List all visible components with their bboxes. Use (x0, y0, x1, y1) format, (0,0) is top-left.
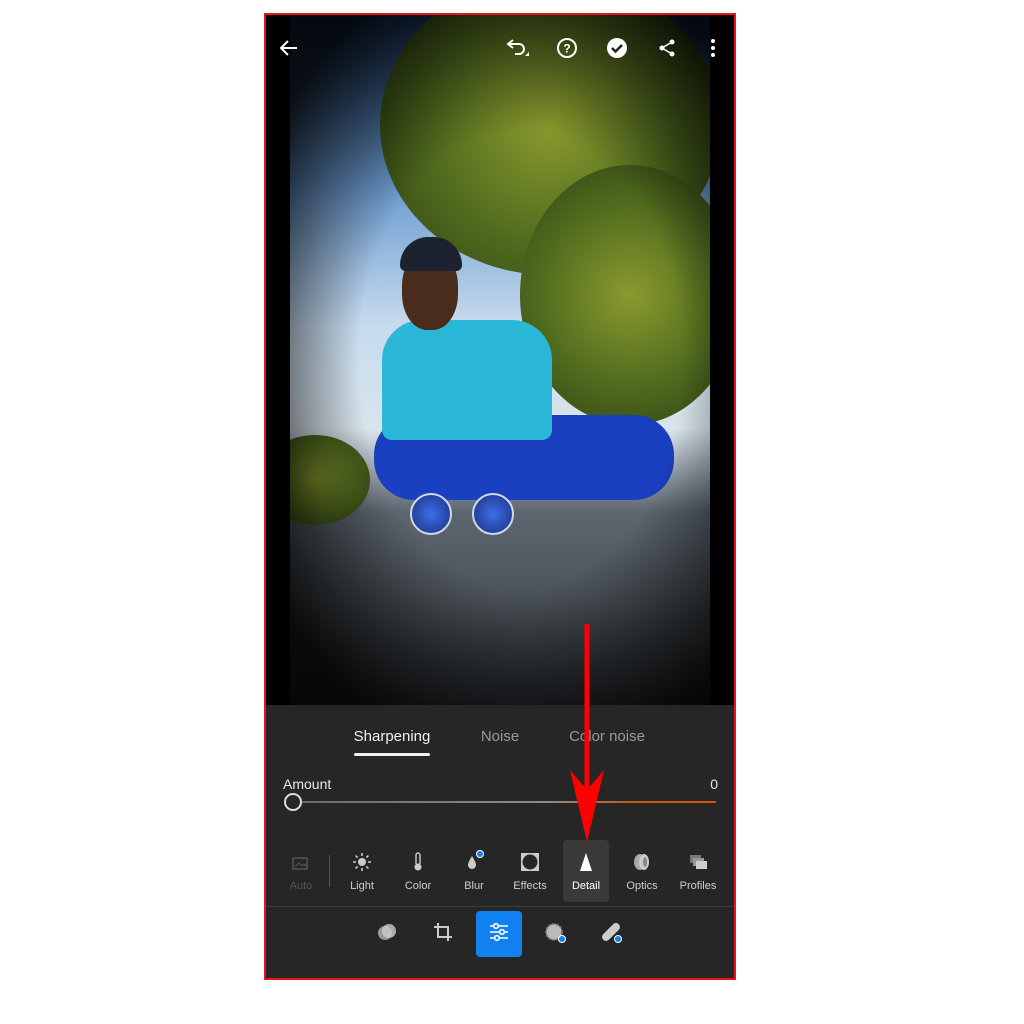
share-icon[interactable] (654, 35, 680, 61)
tool-profiles[interactable]: Profiles (675, 840, 721, 902)
app-frame: ? Sharpening Noise Color noise Amount 0 … (264, 13, 736, 980)
crop-icon (432, 921, 454, 948)
amount-slider-track[interactable] (294, 801, 716, 803)
tool-effects[interactable]: Effects (507, 840, 553, 902)
undo-icon[interactable] (504, 35, 530, 61)
healing-button[interactable] (588, 911, 634, 957)
edit-button[interactable] (476, 911, 522, 957)
tool-detail[interactable]: Detail (563, 840, 609, 902)
more-icon[interactable] (700, 35, 726, 61)
amount-slider-thumb[interactable] (284, 793, 302, 811)
auto-icon (292, 852, 310, 872)
tab-color-noise[interactable]: Color noise (569, 728, 645, 745)
tool-label: Auto (289, 880, 313, 892)
crop-button[interactable] (420, 911, 466, 957)
tool-label: Effects (513, 880, 547, 892)
tool-optics[interactable]: Optics (619, 840, 665, 902)
tool-light[interactable]: Light (339, 840, 385, 902)
tool-label: Light (350, 880, 374, 892)
tool-label: Optics (626, 880, 658, 892)
active-tab-indicator (354, 753, 430, 756)
photo-canvas[interactable]: ? (266, 15, 734, 705)
sun-icon (352, 852, 372, 872)
detail-triangle-icon (579, 852, 593, 872)
tool-label: Color (404, 880, 432, 892)
masking-button[interactable] (532, 911, 578, 957)
masking-icon (544, 921, 566, 948)
tool-label: Detail (571, 880, 601, 892)
presets-icon (376, 921, 398, 948)
tool-color[interactable]: Color (395, 840, 441, 902)
divider (329, 855, 330, 887)
help-icon[interactable]: ? (554, 35, 580, 61)
blur-drop-icon (465, 850, 484, 872)
checkmark-icon[interactable] (604, 35, 630, 61)
amount-label: Amount (283, 776, 332, 792)
tab-sharpening[interactable]: Sharpening (354, 728, 431, 745)
back-arrow-icon[interactable] (276, 35, 302, 61)
toolbar-divider (266, 906, 734, 907)
presets-button[interactable] (364, 911, 410, 957)
profiles-stack-icon (688, 852, 708, 872)
tool-label: Profiles (679, 880, 717, 892)
tool-label: Blur (464, 880, 484, 892)
tool-blur[interactable]: Blur (451, 840, 497, 902)
effects-vignette-icon (520, 852, 540, 872)
svg-text:?: ? (563, 42, 570, 56)
healing-icon (600, 921, 622, 948)
edit-sliders-icon (488, 922, 510, 947)
thermometer-icon (412, 852, 424, 872)
amount-value: 0 (710, 776, 718, 792)
tab-noise[interactable]: Noise (481, 728, 519, 745)
top-bar: ? (266, 15, 734, 79)
tool-auto[interactable]: Auto (278, 840, 324, 902)
photo-image (290, 15, 710, 705)
lens-icon (632, 852, 652, 872)
